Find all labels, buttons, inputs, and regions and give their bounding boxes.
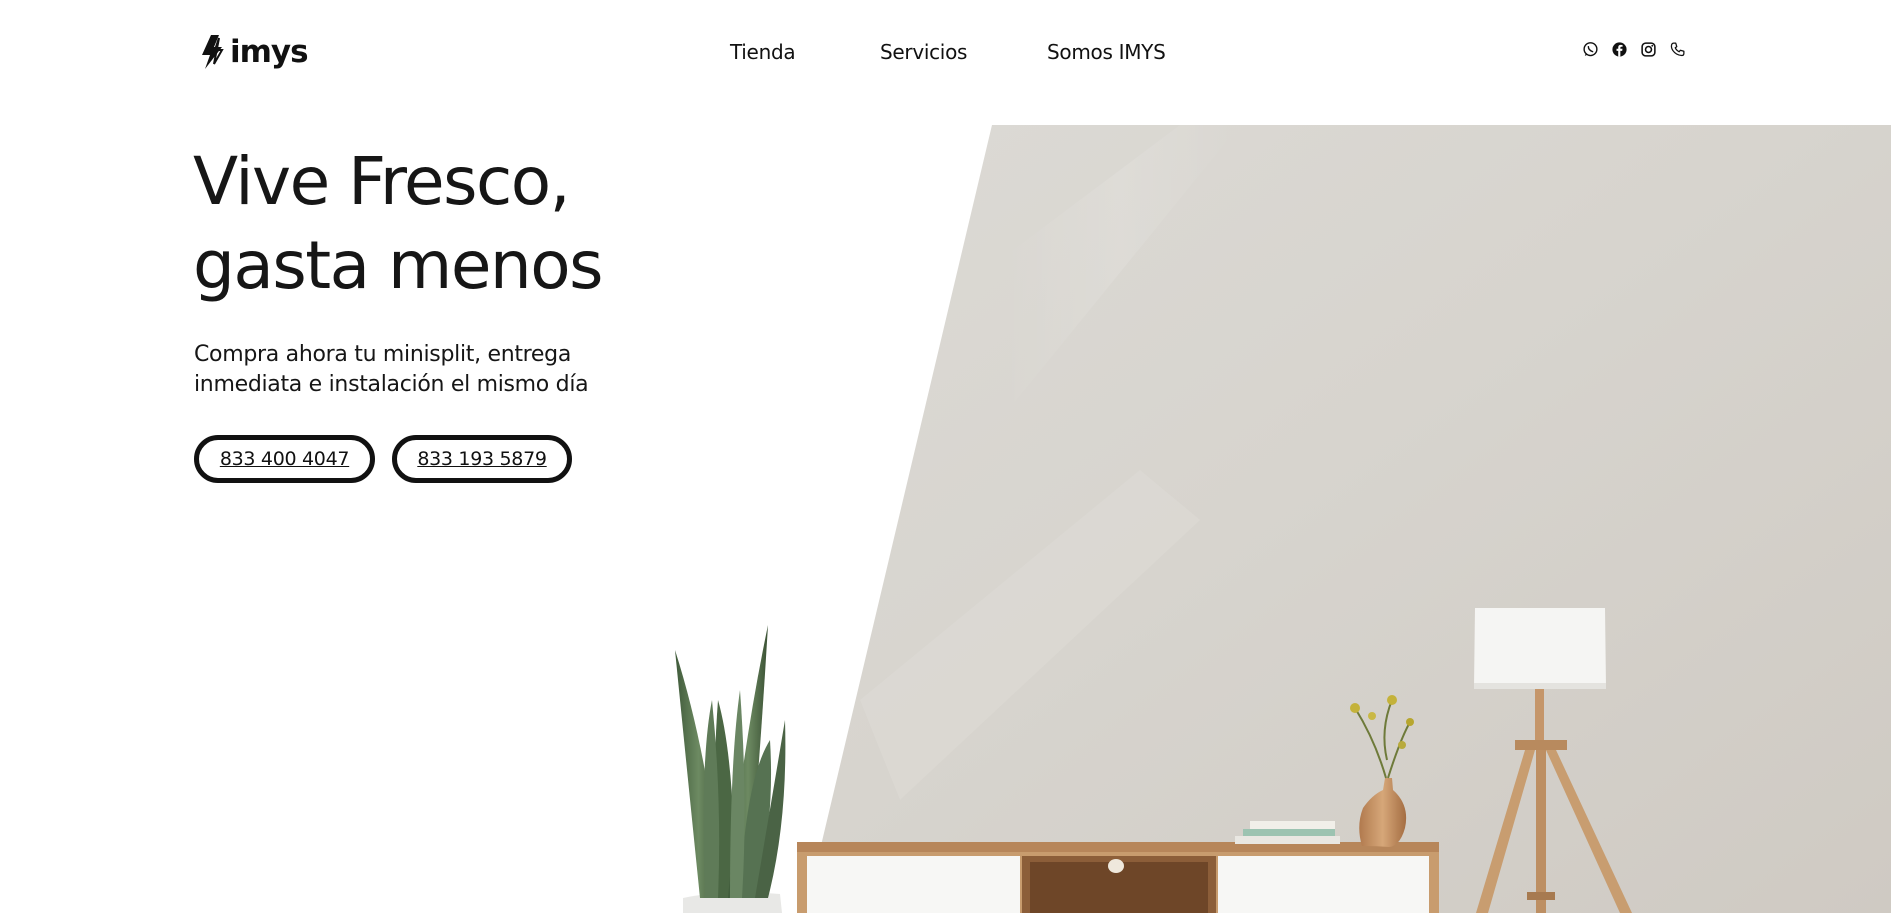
social-links [1581, 40, 1686, 58]
sideboard-decoration [797, 695, 1439, 913]
nav-item-somos-imys[interactable]: Somos IMYS [1047, 40, 1166, 64]
plant-decoration [675, 625, 786, 913]
hero-subtitle: Compra ahora tu minisplit, entrega inmed… [194, 340, 589, 400]
hero-title-line-1: Vive Fresco, [193, 143, 571, 220]
hero-title: Vive Fresco, gasta menos [193, 140, 604, 308]
hero-subtitle-line-1: Compra ahora tu minisplit, entrega [194, 342, 572, 367]
whatsapp-icon[interactable] [1581, 40, 1599, 58]
instagram-icon[interactable] [1639, 40, 1657, 58]
nav-item-tienda[interactable]: Tienda [730, 40, 796, 64]
wall-backdrop [805, 125, 1891, 913]
call-button-2[interactable]: 833 193 5879 [392, 435, 572, 483]
facebook-icon[interactable] [1610, 40, 1628, 58]
lamp-decoration [1474, 608, 1632, 913]
hero-subtitle-line-2: inmediata e instalación el mismo día [194, 372, 589, 397]
hero-title-line-2: gasta menos [193, 227, 604, 304]
call-button-1[interactable]: 833 400 4047 [194, 435, 375, 483]
nav-item-servicios[interactable]: Servicios [880, 40, 967, 64]
phone-icon[interactable] [1668, 40, 1686, 58]
